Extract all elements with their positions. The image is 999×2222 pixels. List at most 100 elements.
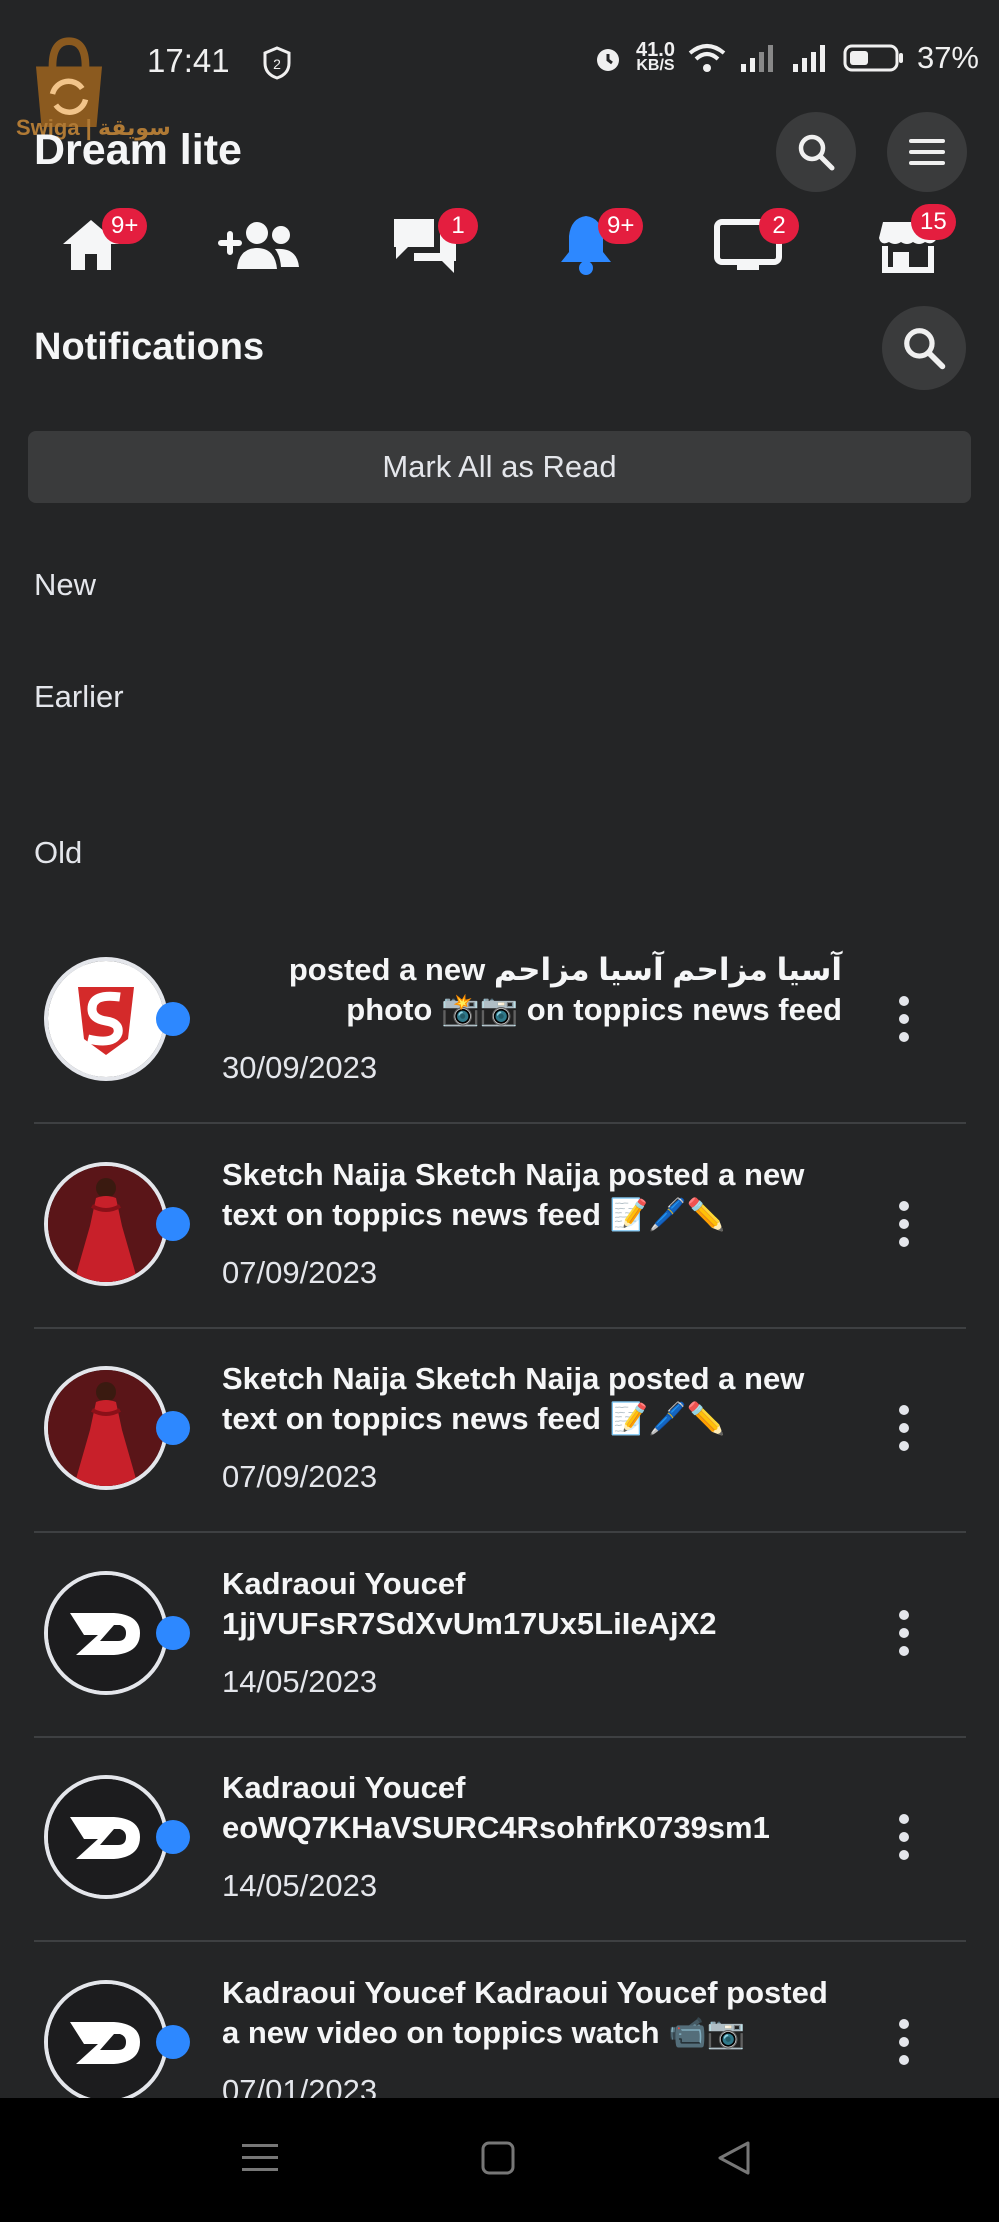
more-dot <box>899 2019 909 2029</box>
watch-badge: 2 <box>759 208 799 244</box>
more-dot <box>899 1610 909 1620</box>
back-icon[interactable] <box>716 2140 752 2176</box>
unread-dot <box>156 1002 190 1036</box>
more-options-button[interactable] <box>884 1598 924 1668</box>
notification-text: Sketch Naija Sketch Naija posted a new t… <box>222 1157 805 1232</box>
more-dot <box>899 1646 909 1656</box>
network-speed: 41.0 KB/S <box>636 39 675 74</box>
status-right-cluster: 41.0 KB/S 37% <box>592 40 979 76</box>
add-friends-icon <box>218 222 299 269</box>
notification-date: 07/09/2023 <box>222 1459 378 1494</box>
nav-friends-tab[interactable] <box>203 205 313 285</box>
wifi-icon <box>688 44 726 72</box>
notification-avatar <box>44 1366 168 1490</box>
group-label-earlier: Earlier <box>34 679 124 714</box>
dream-d-logo-icon <box>48 1779 164 1895</box>
notification-date: 07/09/2023 <box>222 1255 378 1290</box>
header-search-button[interactable] <box>776 112 856 192</box>
notifications-badge: 9+ <box>598 208 644 244</box>
system-navigation-bar <box>0 2098 999 2222</box>
more-dot <box>899 1832 909 1842</box>
menu-button[interactable] <box>887 112 967 192</box>
notification-text: Kadraoui Youcef Kadraoui Youcef posted a… <box>222 1975 828 2050</box>
shield-s-logo-icon <box>48 961 164 1077</box>
notification-avatar <box>44 1980 168 2104</box>
more-dot <box>899 1219 909 1229</box>
more-dot <box>899 1441 909 1451</box>
more-options-button[interactable] <box>884 2007 924 2077</box>
messages-badge: 1 <box>438 208 478 244</box>
notification-item[interactable]: Sketch Naija Sketch Naija posted a new t… <box>0 1149 999 1353</box>
divider <box>34 1736 966 1738</box>
dream-d-logo-icon <box>48 1984 164 2100</box>
divider <box>34 1122 966 1124</box>
signal-2-icon <box>792 45 825 72</box>
more-dot <box>899 1628 909 1638</box>
more-dot <box>899 1032 909 1042</box>
nav-marketplace-tab[interactable]: 15 <box>853 204 963 285</box>
more-options-button[interactable] <box>884 984 924 1054</box>
more-options-button[interactable] <box>884 1393 924 1463</box>
unread-dot <box>156 1207 190 1241</box>
notification-text: Kadraoui Youcef eoWQ7KHaVSURC4RsohfrK073… <box>222 1770 770 1845</box>
divider <box>34 1940 966 1942</box>
unread-dot <box>156 1820 190 1854</box>
dream-d-logo-icon <box>48 1575 164 1691</box>
unread-dot <box>156 1616 190 1650</box>
battery-icon <box>843 44 903 72</box>
notification-date: 30/09/2023 <box>222 1050 378 1085</box>
more-dot <box>899 1423 909 1433</box>
notification-item[interactable]: Sketch Naija Sketch Naija posted a new t… <box>0 1353 999 1557</box>
home-badge: 9+ <box>102 208 148 244</box>
notification-avatar <box>44 957 168 1081</box>
search-icon <box>798 134 835 171</box>
recent-apps-icon[interactable] <box>240 2140 280 2176</box>
network-speed-unit: KB/S <box>636 57 675 74</box>
notification-item[interactable]: آسيا مزاحم آسيا مزاحم posted a new photo… <box>0 944 999 1148</box>
nav-watch-tab[interactable]: 2 <box>693 205 803 285</box>
nav-notifications-tab[interactable]: 9+ <box>531 205 644 285</box>
more-dot <box>899 1850 909 1860</box>
network-speed-value: 41.0 <box>636 39 675 61</box>
notification-item[interactable]: Kadraoui Youcef 1jjVUFsR7SdXvUm17Ux5LiIe… <box>0 1558 999 1762</box>
notification-date: 14/05/2023 <box>222 1868 378 1903</box>
hamburger-menu-icon <box>909 139 945 165</box>
notification-text: Sketch Naija Sketch Naija posted a new t… <box>222 1361 805 1436</box>
notification-avatar <box>44 1162 168 1286</box>
notification-avatar <box>44 1775 168 1899</box>
battery-percent: 37% <box>916 40 979 75</box>
more-dot <box>899 1237 909 1247</box>
marketplace-badge: 15 <box>911 204 956 240</box>
page-title: Notifications <box>34 326 265 368</box>
notification-item[interactable]: Kadraoui Youcef eoWQ7KHaVSURC4RsohfrK073… <box>0 1762 999 1966</box>
group-label-old: Old <box>34 835 83 870</box>
more-dot <box>899 2037 909 2047</box>
group-label-new: New <box>34 567 97 602</box>
more-dot <box>899 1014 909 1024</box>
notification-text: Kadraoui Youcef 1jjVUFsR7SdXvUm17Ux5LiIe… <box>222 1566 717 1641</box>
vpn-shield-icon: 2 <box>263 46 291 80</box>
signal-1-icon <box>740 45 773 72</box>
divider <box>34 1327 966 1329</box>
more-options-button[interactable] <box>884 1802 924 1872</box>
home-system-icon[interactable] <box>480 2140 516 2176</box>
more-dot <box>899 2055 909 2065</box>
status-time: 17:41 <box>147 42 230 79</box>
more-dot <box>899 996 909 1006</box>
more-options-button[interactable] <box>884 1189 924 1259</box>
nav-home-tab[interactable]: 9+ <box>36 205 148 285</box>
person-photo-icon <box>48 1166 164 1282</box>
notification-date: 14/05/2023 <box>222 1664 378 1699</box>
app-title: Dream lite <box>34 126 242 174</box>
notifications-search-button[interactable] <box>882 306 966 390</box>
notification-text: آسيا مزاحم آسيا مزاحم posted a new photo… <box>288 952 842 1027</box>
notification-avatar <box>44 1571 168 1695</box>
mark-all-read-button[interactable]: Mark All as Read <box>28 431 971 503</box>
unread-dot <box>156 2025 190 2059</box>
alarm-icon <box>597 49 620 71</box>
divider <box>34 1531 966 1533</box>
search-icon <box>904 328 946 370</box>
svg-text:2: 2 <box>273 56 281 72</box>
unread-dot <box>156 1411 190 1445</box>
nav-messages-tab[interactable]: 1 <box>370 205 480 285</box>
